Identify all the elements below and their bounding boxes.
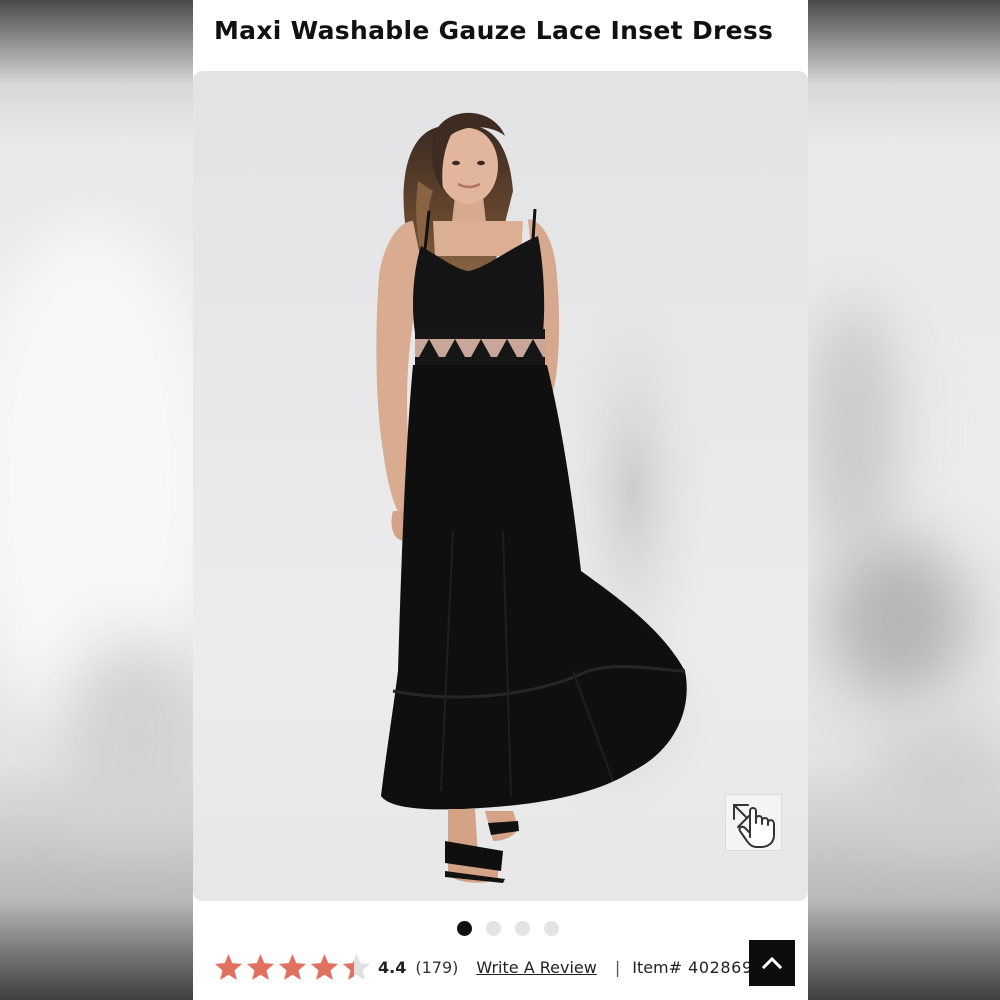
star-rating[interactable] — [213, 952, 372, 983]
star-icon — [214, 953, 243, 980]
back-to-top-button[interactable] — [749, 940, 795, 986]
gallery-dot-4[interactable] — [543, 921, 559, 936]
divider: | — [614, 957, 621, 977]
gallery-dot-2[interactable] — [485, 921, 501, 936]
star-icon — [278, 953, 307, 980]
rating-row: 4.4 (179) Write A Review | Item# 402869 — [213, 950, 808, 984]
left-backdrop — [0, 0, 193, 1000]
product-image-gallery[interactable] — [193, 71, 808, 901]
chevron-up-icon — [761, 956, 783, 970]
star-icon — [310, 953, 339, 980]
review-count[interactable]: (179) — [415, 958, 458, 977]
gallery-pagination — [193, 921, 808, 939]
rating-value: 4.4 — [378, 957, 407, 977]
product-title: Maxi Washable Gauze Lace Inset Dress — [214, 16, 774, 45]
item-number-label: Item# — [632, 957, 683, 977]
star-icon — [342, 953, 371, 980]
item-number: 402869 — [688, 957, 753, 977]
write-review-link[interactable]: Write A Review — [476, 958, 596, 977]
gallery-dot-3[interactable] — [514, 921, 530, 936]
product-photo[interactable] — [193, 71, 808, 901]
right-backdrop — [808, 0, 1000, 1000]
star-icon — [246, 953, 275, 980]
product-page: Maxi Washable Gauze Lace Inset Dress 4.4… — [193, 0, 808, 1000]
gallery-dot-1[interactable] — [456, 921, 472, 936]
tap-to-zoom-icon[interactable] — [725, 794, 782, 851]
